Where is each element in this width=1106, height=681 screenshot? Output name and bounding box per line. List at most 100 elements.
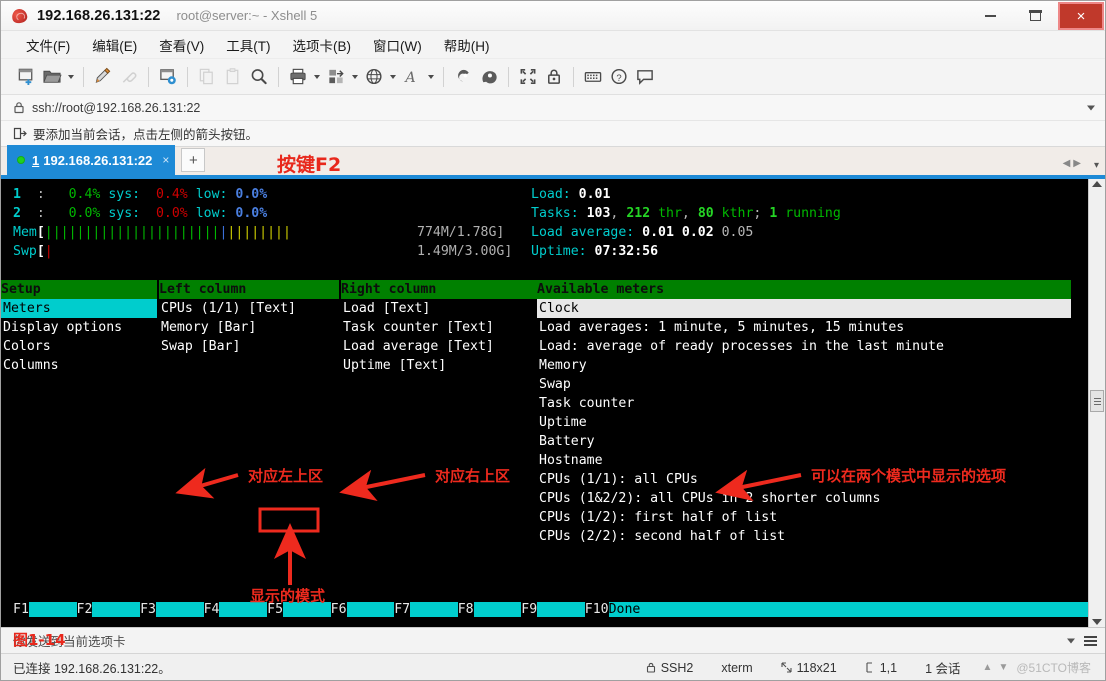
- fullscreen-icon[interactable]: [515, 64, 541, 90]
- fkey-4-label[interactable]: [219, 602, 268, 617]
- scroll-up-arrow-icon[interactable]: [1092, 181, 1102, 187]
- setup-item-columns[interactable]: Columns: [3, 356, 59, 375]
- setup-headers-row: Setup Left column Right column Available…: [1, 280, 1088, 299]
- feedback-icon[interactable]: [632, 64, 658, 90]
- lock-icon[interactable]: [541, 64, 567, 90]
- print-icon[interactable]: [285, 64, 311, 90]
- left-item-memory[interactable]: Memory [Bar]: [161, 318, 256, 337]
- ssh-tunnel-icon[interactable]: [450, 64, 476, 90]
- fkey-3-label[interactable]: [155, 602, 204, 617]
- sftp-icon[interactable]: [476, 64, 502, 90]
- font-icon[interactable]: A: [399, 64, 425, 90]
- menu-window[interactable]: 窗口(W): [362, 32, 433, 58]
- fkey-6-key[interactable]: F6: [330, 602, 347, 617]
- minimize-button[interactable]: [968, 1, 1013, 31]
- available-item-cpus-1-1[interactable]: CPUs (1/1): all CPUs: [539, 470, 698, 489]
- setup-item-meters[interactable]: Meters: [1, 299, 157, 318]
- available-item-swap[interactable]: Swap: [539, 375, 571, 394]
- menu-view[interactable]: 查看(V): [148, 32, 215, 58]
- new-session-icon[interactable]: [13, 64, 39, 90]
- fkey-10-label[interactable]: Done: [608, 602, 641, 617]
- menu-file[interactable]: 文件(F): [15, 32, 81, 58]
- function-key-bar: F1 F2 F3 F4 F5 F6 F7 F8 F9 F10Done: [13, 600, 1088, 619]
- open-folder-dropdown-caret[interactable]: [65, 64, 77, 90]
- close-button[interactable]: ×: [1058, 2, 1104, 30]
- available-item-cpus-1and2-2[interactable]: CPUs (1&2/2): all CPUs in 2 shorter colu…: [539, 489, 880, 508]
- left-item-swap[interactable]: Swap [Bar]: [161, 337, 240, 356]
- menu-help[interactable]: 帮助(H): [433, 32, 501, 58]
- fkey-6-label[interactable]: [346, 602, 395, 617]
- cpu1-usr: 0.4%: [68, 187, 101, 202]
- fkey-5-key[interactable]: F5: [267, 602, 284, 617]
- right-item-load-average[interactable]: Load average [Text]: [343, 337, 494, 356]
- available-item-task-counter[interactable]: Task counter: [539, 394, 634, 413]
- chevron-down-icon[interactable]: [1067, 638, 1075, 643]
- right-item-load[interactable]: Load [Text]: [343, 299, 430, 318]
- fkey-7-key[interactable]: F7: [394, 602, 411, 617]
- fkey-4-key[interactable]: F4: [203, 602, 220, 617]
- fkey-3-key[interactable]: F3: [140, 602, 156, 617]
- address-bar[interactable]: ssh://root@192.168.26.131:22: [1, 95, 1105, 121]
- scroll-thumb[interactable]: [1090, 390, 1104, 412]
- add-session-icon[interactable]: [13, 127, 27, 140]
- keyboard-icon[interactable]: [580, 64, 606, 90]
- setup-item-display-options[interactable]: Display options: [3, 318, 122, 337]
- fkey-10-key[interactable]: F10: [584, 602, 609, 617]
- tab-close-icon[interactable]: ×: [162, 153, 169, 167]
- fkey-2-key[interactable]: F2: [76, 602, 93, 617]
- setup-row-10: CPUs (1/1): all CPUs: [1, 470, 1088, 489]
- terminal-screen[interactable]: 1 : 0.4% sys: 0.4% low: 0.0% Load: 0.01 2…: [1, 179, 1088, 627]
- available-item-load[interactable]: Load: average of ready processes in the …: [539, 337, 944, 356]
- tab-list-menu-icon[interactable]: ▾: [1094, 160, 1099, 171]
- terminal-row-cpu1: 1 : 0.4% sys: 0.4% low: 0.0% Load: 0.01: [13, 187, 611, 202]
- globe-dropdown-caret[interactable]: [387, 64, 399, 90]
- fkey-1-label[interactable]: [28, 602, 77, 617]
- fkey-1-key[interactable]: F1: [13, 602, 29, 617]
- maximize-button[interactable]: [1013, 1, 1058, 31]
- available-item-uptime[interactable]: Uptime: [539, 413, 587, 432]
- fkey-5-label[interactable]: [283, 602, 331, 617]
- tab-prev-icon[interactable]: ◀: [1063, 158, 1071, 169]
- available-item-clock[interactable]: Clock: [537, 299, 1071, 318]
- fkey-8-label[interactable]: [473, 602, 522, 617]
- tab-nav-arrows[interactable]: ◀ ▶: [1063, 158, 1081, 169]
- available-item-load-averages[interactable]: Load averages: 1 minute, 5 minutes, 15 m…: [539, 318, 904, 337]
- terminal-scrollbar[interactable]: [1088, 179, 1105, 627]
- menu-edit[interactable]: 编辑(E): [81, 32, 148, 58]
- available-item-hostname[interactable]: Hostname: [539, 451, 603, 470]
- fkey-9-label[interactable]: [537, 602, 585, 617]
- help-icon[interactable]: ?: [606, 64, 632, 90]
- hamburger-menu-icon[interactable]: [1084, 635, 1097, 646]
- cpu1-sys-label: sys:: [108, 187, 141, 202]
- fkey-9-key[interactable]: F9: [521, 602, 538, 617]
- right-item-task-counter[interactable]: Task counter [Text]: [343, 318, 494, 337]
- new-tab-button[interactable]: +: [181, 148, 206, 172]
- globe-icon[interactable]: [361, 64, 387, 90]
- open-folder-icon[interactable]: [39, 64, 65, 90]
- menu-tabs[interactable]: 选项卡(B): [282, 32, 363, 58]
- clear-screen-icon[interactable]: [90, 64, 116, 90]
- status-transfer-arrows: ▲ ▼: [975, 662, 1017, 673]
- menu-tools[interactable]: 工具(T): [215, 32, 281, 58]
- transfer-file-icon[interactable]: [323, 64, 349, 90]
- available-item-memory[interactable]: Memory: [539, 356, 587, 375]
- available-item-cpus-1-2[interactable]: CPUs (1/2): first half of list: [539, 508, 777, 527]
- font-dropdown-caret[interactable]: [425, 64, 437, 90]
- find-icon[interactable]: [246, 64, 272, 90]
- print-dropdown-caret[interactable]: [311, 64, 323, 90]
- left-item-cpus[interactable]: CPUs (1/1) [Text]: [161, 299, 296, 318]
- fkey-7-label[interactable]: [410, 602, 458, 617]
- transfer-dropdown-caret[interactable]: [349, 64, 361, 90]
- fkey-8-key[interactable]: F8: [457, 602, 474, 617]
- setup-item-colors[interactable]: Colors: [3, 337, 51, 356]
- available-item-battery[interactable]: Battery: [539, 432, 595, 451]
- available-item-cpus-2-2[interactable]: CPUs (2/2): second half of list: [539, 527, 785, 546]
- fkey-2-label[interactable]: [92, 602, 141, 617]
- svg-text:?: ?: [616, 73, 621, 84]
- tab-next-icon[interactable]: ▶: [1073, 158, 1081, 169]
- chevron-down-icon[interactable]: [1087, 105, 1095, 110]
- right-item-uptime[interactable]: Uptime [Text]: [343, 356, 446, 375]
- tab-session-1[interactable]: 1 192.168.26.131:22 ×: [7, 145, 176, 175]
- session-properties-icon[interactable]: [155, 64, 181, 90]
- scroll-down-arrow-icon[interactable]: [1092, 619, 1102, 625]
